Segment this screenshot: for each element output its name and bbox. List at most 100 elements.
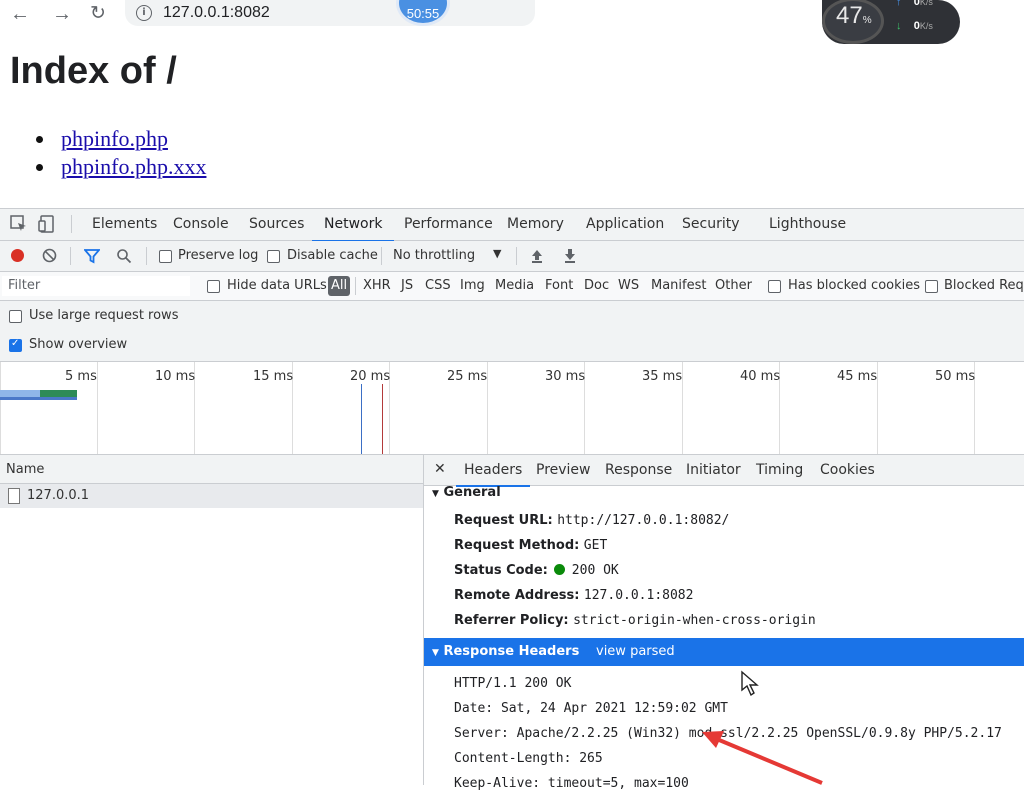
network-split-view: Name 127.0.0.1 ✕ Headers Preview Respons… [0, 455, 1024, 791]
preserve-log-checkbox[interactable] [159, 250, 172, 263]
request-bar-base [0, 397, 77, 400]
header-row: Referrer Policy: strict-origin-when-cros… [454, 611, 816, 629]
export-har-icon[interactable] [563, 248, 577, 264]
chevron-down-icon[interactable]: ▼ [493, 247, 501, 260]
upload-unit: K/s [919, 0, 933, 7]
large-rows-checkbox[interactable] [9, 310, 22, 323]
response-headers-section-toggle[interactable]: ▼ Response Headers view parsed [424, 638, 1024, 666]
filter-type-xhr[interactable]: XHR [363, 278, 391, 293]
tab-preview[interactable]: Preview [536, 455, 591, 485]
clear-icon[interactable] [42, 248, 57, 263]
info-icon[interactable]: i [136, 5, 152, 21]
header-row: Request Method: GET [454, 536, 607, 554]
has-blocked-cookies-label: Has blocked cookies [788, 278, 921, 293]
tab-timing[interactable]: Timing [756, 455, 803, 485]
file-link[interactable]: phpinfo.php [61, 126, 168, 151]
header-value: 200 OK [571, 563, 619, 578]
response-headers-title-wrap: ▼ Response Headers [432, 644, 579, 659]
tick-label: 10 ms [155, 369, 196, 384]
hide-data-urls-checkbox[interactable] [207, 280, 220, 293]
name-column-label: Name [6, 462, 45, 477]
caret-down-icon: ▼ [432, 489, 439, 499]
disable-cache-checkbox[interactable] [267, 250, 280, 263]
preserve-log-label: Preserve log [178, 248, 259, 263]
tab-console[interactable]: Console [173, 209, 229, 240]
filter-type-css[interactable]: CSS [425, 278, 451, 293]
tick-label: 5 ms [65, 369, 97, 384]
forward-arrow-icon[interactable]: → [50, 3, 74, 25]
tab-elements[interactable]: Elements [92, 209, 157, 240]
speed-percent-unit: % [862, 15, 872, 26]
back-arrow-icon[interactable]: ← [8, 3, 32, 25]
show-overview-label: Show overview [29, 337, 128, 352]
filter-icon[interactable] [84, 248, 100, 264]
record-icon[interactable] [11, 249, 24, 262]
tab-lighthouse[interactable]: Lighthouse [769, 209, 846, 240]
tab-memory[interactable]: Memory [507, 209, 564, 240]
large-rows-label: Use large request rows [29, 308, 179, 323]
tab-initiator[interactable]: Initiator [686, 455, 741, 485]
status-ok-dot-icon [554, 564, 566, 575]
divider [71, 215, 72, 233]
upload-speed: ↑ 0K/s [896, 0, 933, 8]
device-toolbar-icon[interactable] [38, 215, 56, 233]
tick-label: 50 ms [935, 369, 976, 384]
speed-percent-value: 47 [836, 2, 863, 29]
tab-network[interactable]: Network [312, 209, 395, 242]
tab-response[interactable]: Response [605, 455, 672, 485]
show-overview-checkbox[interactable] [9, 338, 22, 352]
request-detail-panel: ✕ Headers Preview Response Initiator Tim… [424, 455, 1024, 791]
table-row[interactable]: 127.0.0.1 [0, 484, 423, 508]
general-section-toggle[interactable]: ▼ General [432, 485, 501, 500]
search-icon[interactable] [116, 248, 132, 264]
tab-security[interactable]: Security [682, 209, 740, 240]
filter-type-doc[interactable]: Doc [584, 278, 609, 293]
detail-tab-bar: ✕ Headers Preview Response Initiator Tim… [424, 455, 1024, 487]
filter-type-media[interactable]: Media [495, 278, 534, 293]
network-overview-timeline[interactable]: 5 ms 10 ms 15 ms 20 ms 25 ms 30 ms 35 ms… [0, 362, 1024, 455]
filter-type-js[interactable]: JS [401, 278, 413, 293]
divider [381, 247, 382, 265]
close-icon[interactable]: ✕ [434, 461, 446, 477]
tab-performance[interactable]: Performance [404, 209, 493, 240]
reload-icon[interactable]: ↻ [86, 3, 110, 25]
tick-label: 15 ms [253, 369, 294, 384]
tab-headers[interactable]: Headers [456, 455, 531, 487]
inspect-element-icon[interactable] [10, 215, 28, 233]
name-column-header[interactable]: Name [0, 455, 423, 484]
view-parsed-link[interactable]: view parsed [596, 644, 675, 659]
tick-label: 30 ms [545, 369, 586, 384]
filter-type-other[interactable]: Other [715, 278, 752, 293]
upload-arrow-icon: ↑ [896, 0, 902, 8]
annotation-arrow-icon [702, 731, 823, 785]
filter-type-font[interactable]: Font [545, 278, 573, 293]
grid-line [682, 362, 683, 454]
tick-label: 45 ms [837, 369, 878, 384]
blocked-requests-checkbox[interactable] [925, 280, 938, 293]
caret-down-icon: ▼ [432, 648, 439, 658]
request-bar-waiting [0, 390, 40, 397]
tab-application[interactable]: Application [586, 209, 664, 240]
has-blocked-cookies-checkbox[interactable] [768, 280, 781, 293]
filter-all-button[interactable]: All [328, 276, 351, 296]
filter-type-manifest[interactable]: Manifest [651, 278, 706, 293]
response-line: Content-Length: 265 [454, 751, 603, 766]
response-line: Date: Sat, 24 Apr 2021 12:59:02 GMT [454, 701, 728, 716]
header-value: GET [583, 538, 608, 553]
header-row: Status Code: 200 OK [454, 561, 619, 579]
filter-type-img[interactable]: Img [460, 278, 485, 293]
file-link[interactable]: phpinfo.php.xxx [61, 154, 206, 179]
request-name: 127.0.0.1 [27, 488, 90, 503]
grid-line [0, 362, 1, 454]
url-text[interactable]: 127.0.0.1:8082 [163, 4, 270, 22]
filter-type-ws[interactable]: WS [618, 278, 639, 293]
header-key: Remote Address: [454, 588, 580, 603]
import-har-icon[interactable] [530, 248, 544, 264]
disable-cache-label: Disable cache [287, 248, 378, 263]
page-title: Index of / [10, 50, 177, 92]
tab-cookies[interactable]: Cookies [820, 455, 875, 485]
filter-input[interactable]: Filter [2, 276, 190, 296]
throttling-select[interactable]: No throttling [393, 248, 475, 263]
divider [70, 247, 71, 265]
tab-sources[interactable]: Sources [249, 209, 304, 240]
